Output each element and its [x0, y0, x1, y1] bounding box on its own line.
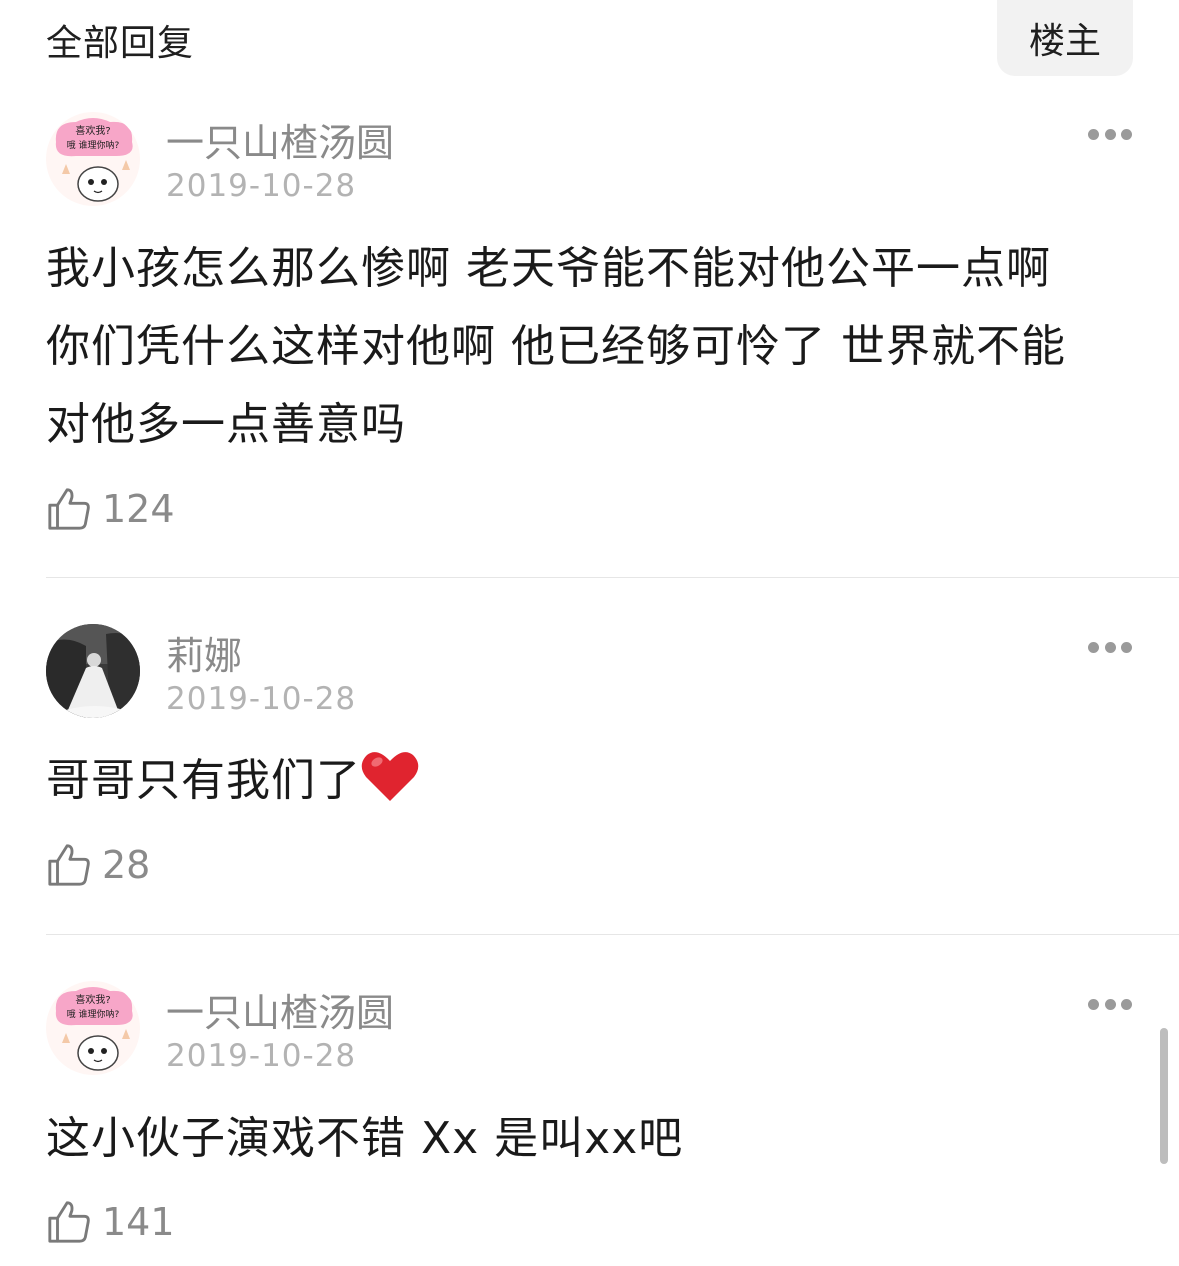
- like-count: 124: [102, 487, 175, 531]
- author-name[interactable]: 一只山楂汤圆: [166, 112, 394, 167]
- thumbs-up-icon: [48, 488, 90, 530]
- author-name[interactable]: 莉娜: [166, 625, 242, 680]
- comment-text-line: 我小孩怎么那么惨啊 老天爷能不能对他公平一点啊: [46, 243, 1051, 294]
- comment-text-content: 这小伙子演戏不错 Xx 是叫xx吧: [46, 1113, 684, 1164]
- like-button[interactable]: 124: [46, 484, 175, 534]
- comment-date: 2019-10-28: [166, 168, 357, 204]
- comment-text-line: 你们凭什么这样对他啊 他已经够可怜了 世界就不能: [46, 321, 1066, 372]
- avatar-caption-2: 哦 谁理你呐?: [67, 1008, 120, 1020]
- thumbs-up-icon: [48, 1201, 90, 1243]
- like-count: 141: [102, 1200, 175, 1244]
- divider: [46, 934, 1179, 935]
- more-options-icon[interactable]: [1088, 641, 1132, 653]
- avatar-caption-1: 喜欢我?: [75, 124, 110, 137]
- all-replies-title: 全部回复: [46, 23, 195, 64]
- avatar[interactable]: 喜欢我? 哦 谁理你呐?: [46, 112, 140, 206]
- owner-only-button[interactable]: 楼主: [997, 0, 1133, 76]
- avatar[interactable]: [46, 624, 140, 718]
- comment-date: 2019-10-28: [166, 1038, 357, 1074]
- comment-date: 2019-10-28: [166, 681, 357, 717]
- like-button[interactable]: 141: [46, 1197, 175, 1247]
- comment-text-content: 哥哥只有我们了: [46, 755, 361, 806]
- scrollbar[interactable]: [1160, 1028, 1168, 1164]
- reply-header: 全部回复 楼主: [0, 0, 1179, 80]
- divider: [46, 577, 1179, 578]
- avatar[interactable]: 喜欢我? 哦 谁理你呐?: [46, 981, 140, 1075]
- thumbs-up-icon: [48, 844, 90, 886]
- comment-text: 哥哥只有我们了: [46, 742, 1136, 828]
- comment-text: 这小伙子演戏不错 Xx 是叫xx吧: [46, 1100, 1136, 1178]
- author-name[interactable]: 一只山楂汤圆: [166, 982, 394, 1037]
- like-count: 28: [102, 843, 151, 887]
- like-button[interactable]: 28: [46, 840, 150, 890]
- heart-emoji: [361, 749, 419, 828]
- more-options-icon[interactable]: [1088, 128, 1132, 140]
- comment-text-line: 对他多一点善意吗: [46, 399, 406, 450]
- more-options-icon[interactable]: [1088, 998, 1132, 1010]
- avatar-caption-1: 喜欢我?: [75, 993, 110, 1006]
- comment-text: 我小孩怎么那么惨啊 老天爷能不能对他公平一点啊 你们凭什么这样对他啊 他已经够可…: [46, 230, 1136, 464]
- avatar-caption-2: 哦 谁理你呐?: [67, 139, 120, 151]
